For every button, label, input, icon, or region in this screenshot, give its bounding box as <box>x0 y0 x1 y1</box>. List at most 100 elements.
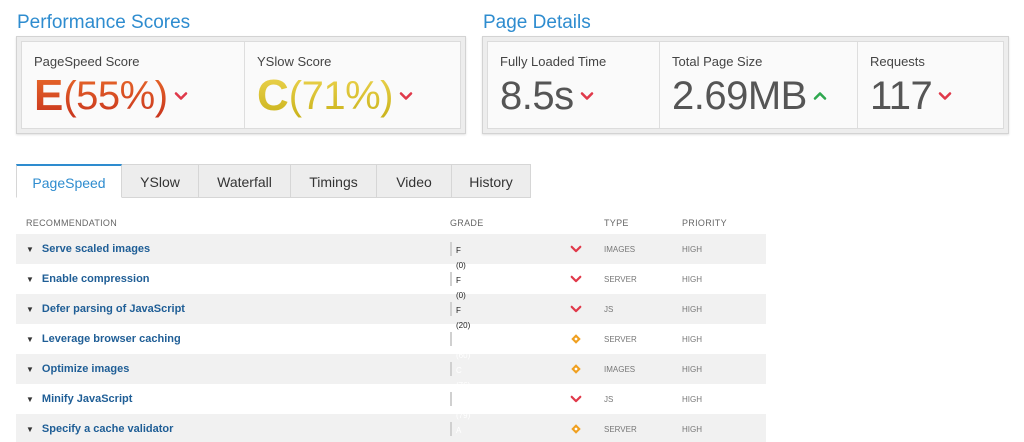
yslow-grade-percent: (71%) <box>288 74 394 118</box>
recommendation-name[interactable]: Leverage browser caching <box>42 333 181 345</box>
type-cell: JS <box>604 304 614 314</box>
type-cell: IMAGES <box>604 244 636 254</box>
warning-diamond-icon <box>570 423 604 435</box>
header-type: TYPE <box>604 218 629 228</box>
chevron-down-icon <box>938 89 952 103</box>
warning-diamond-icon <box>570 363 604 375</box>
recommendation-cell[interactable]: ▼ Minify JavaScript <box>16 393 450 405</box>
grade-label: A (90) <box>456 426 470 442</box>
grade-cell: F (0) <box>450 242 570 270</box>
requests-value: 117 <box>870 74 933 118</box>
grade-label: F (20) <box>456 306 471 330</box>
expand-caret-icon[interactable]: ▼ <box>26 425 34 434</box>
chevron-up-icon <box>813 89 827 103</box>
recommendation-name[interactable]: Specify a cache validator <box>42 423 173 435</box>
table-row[interactable]: ▼ Specify a cache validator A (90) SERVER HI… <box>16 414 766 442</box>
type-cell: SERVER <box>604 334 637 344</box>
grade-cell: A (90) <box>450 422 570 442</box>
total-page-size-value: 2.69MB <box>672 74 807 118</box>
tab-yslow[interactable]: YSlow <box>122 164 199 198</box>
grade-bar: F (20) <box>450 302 470 330</box>
grade-label: C (79) <box>456 396 471 420</box>
expand-caret-icon[interactable]: ▼ <box>26 305 34 314</box>
header-recommendation: RECOMMENDATION <box>26 218 118 228</box>
table-row[interactable]: ▼ Serve scaled images F (0) IMAGES HIGH <box>16 234 766 270</box>
type-cell: SERVER <box>604 424 637 434</box>
fully-loaded-time-value: 8.5s <box>500 74 574 118</box>
report-tabs: PageSpeed YSlow Waterfall Timings Video … <box>16 164 531 198</box>
grade-label: F (0) <box>456 276 466 300</box>
tab-history[interactable]: History <box>452 164 531 198</box>
grade-bar: A (90) <box>450 422 470 442</box>
table-row[interactable]: ▼ Enable compression F (0) SERVER HIGH <box>16 264 766 300</box>
priority-cell: HIGH <box>682 424 702 434</box>
table-header: RECOMMENDATION GRADE TYPE PRIORITY <box>16 212 766 234</box>
priority-cell: HIGH <box>682 364 702 374</box>
yslow-score-label: YSlow Score <box>256 54 332 69</box>
expand-caret-icon[interactable]: ▼ <box>26 245 34 254</box>
grade-bar: F (0) <box>450 272 466 300</box>
recommendation-name[interactable]: Serve scaled images <box>42 243 150 255</box>
chevron-down-icon <box>570 273 604 285</box>
recommendation-name[interactable]: Defer parsing of JavaScript <box>42 303 185 315</box>
grade-cell: D (60) <box>450 332 570 360</box>
total-page-size: Total Page Size 2.69MB <box>660 42 858 128</box>
expand-caret-icon[interactable]: ▼ <box>26 395 34 404</box>
expand-caret-icon[interactable]: ▼ <box>26 335 34 344</box>
grade-cell: C (79) <box>450 392 570 420</box>
table-row[interactable]: ▼ Optimize images C (76) IMAGES HIGH <box>16 354 766 390</box>
recommendation-name[interactable]: Optimize images <box>42 363 129 375</box>
yslow-score: YSlow Score C (71%) <box>245 42 460 128</box>
requests-label: Requests <box>870 54 925 69</box>
grade-cell: C (76) <box>450 362 570 390</box>
grade-label: F (0) <box>456 246 466 270</box>
chevron-down-icon <box>570 243 604 255</box>
priority-cell: HIGH <box>682 334 702 344</box>
expand-caret-icon[interactable]: ▼ <box>26 275 34 284</box>
tab-waterfall[interactable]: Waterfall <box>199 164 291 198</box>
warning-diamond-icon <box>570 333 604 345</box>
table-row[interactable]: ▼ Minify JavaScript C (79) JS HIGH <box>16 384 766 420</box>
header-priority: PRIORITY <box>682 218 727 228</box>
pagespeed-score-label: PageSpeed Score <box>34 54 140 69</box>
grade-cell: F (0) <box>450 272 570 300</box>
total-page-size-label: Total Page Size <box>672 54 763 69</box>
table-row[interactable]: ▼ Leverage browser caching D (60) SERVER HIG… <box>16 324 766 360</box>
priority-cell: HIGH <box>682 304 702 314</box>
grade-bar: F (0) <box>450 242 466 270</box>
recommendation-name[interactable]: Minify JavaScript <box>42 393 132 405</box>
tab-timings[interactable]: Timings <box>291 164 377 198</box>
chevron-down-icon <box>174 89 188 103</box>
chevron-down-icon <box>399 89 413 103</box>
priority-cell: HIGH <box>682 244 702 254</box>
pagespeed-grade-percent: (55%) <box>63 74 168 118</box>
type-cell: SERVER <box>604 274 637 284</box>
recommendation-cell[interactable]: ▼ Serve scaled images <box>16 243 450 255</box>
recommendation-cell[interactable]: ▼ Leverage browser caching <box>16 333 450 345</box>
pagespeed-score: PageSpeed Score E (55%) <box>22 42 245 128</box>
recommendation-cell[interactable]: ▼ Specify a cache validator <box>16 423 450 435</box>
grade-cell: F (20) <box>450 302 570 330</box>
chevron-down-icon <box>580 89 594 103</box>
chevron-down-icon <box>570 303 604 315</box>
expand-caret-icon[interactable]: ▼ <box>26 365 34 374</box>
page-details-panel: Fully Loaded Time 8.5s Total Page Size 2… <box>482 36 1009 134</box>
grade-bar: C (76) <box>450 362 470 390</box>
recommendations-table: RECOMMENDATION GRADE TYPE PRIORITY ▼ Serv… <box>16 212 766 442</box>
grade-label: C (76) <box>456 366 471 390</box>
pagespeed-grade-letter: E <box>34 71 64 120</box>
priority-cell: HIGH <box>682 274 702 284</box>
recommendation-name[interactable]: Enable compression <box>42 273 150 285</box>
type-cell: JS <box>604 394 614 404</box>
tab-video[interactable]: Video <box>377 164 452 198</box>
table-row[interactable]: ▼ Defer parsing of JavaScript F (20) JS HIGH <box>16 294 766 330</box>
tab-pagespeed[interactable]: PageSpeed <box>16 164 122 198</box>
fully-loaded-time-label: Fully Loaded Time <box>500 54 607 69</box>
grade-bar: C (79) <box>450 392 470 420</box>
recommendation-cell[interactable]: ▼ Defer parsing of JavaScript <box>16 303 450 315</box>
recommendation-cell[interactable]: ▼ Enable compression <box>16 273 450 285</box>
recommendation-cell[interactable]: ▼ Optimize images <box>16 363 450 375</box>
grade-label: D (60) <box>456 336 471 360</box>
requests: Requests 117 <box>858 42 1003 128</box>
yslow-grade-letter: C <box>256 71 289 120</box>
